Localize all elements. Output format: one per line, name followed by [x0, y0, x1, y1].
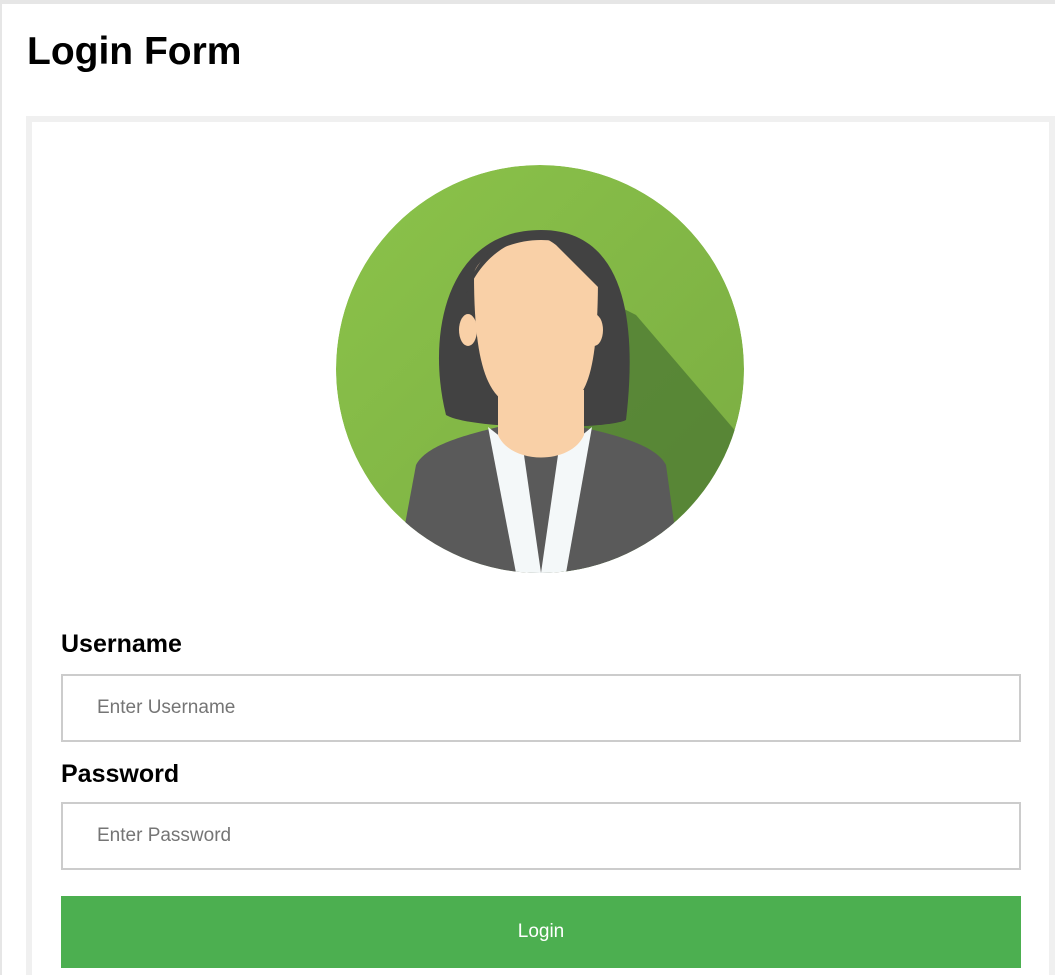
password-input[interactable]	[61, 802, 1021, 870]
username-input[interactable]	[61, 674, 1021, 742]
page: Login Form Username Enter Username Passw…	[0, 0, 1055, 975]
page-title: Login Form	[27, 30, 242, 73]
avatar-icon	[336, 165, 744, 573]
password-label: Password	[61, 760, 180, 788]
login-form-container: Username Password Login	[26, 116, 1055, 975]
login-button[interactable]: Login	[61, 896, 1021, 968]
username-label: Username	[61, 630, 182, 658]
